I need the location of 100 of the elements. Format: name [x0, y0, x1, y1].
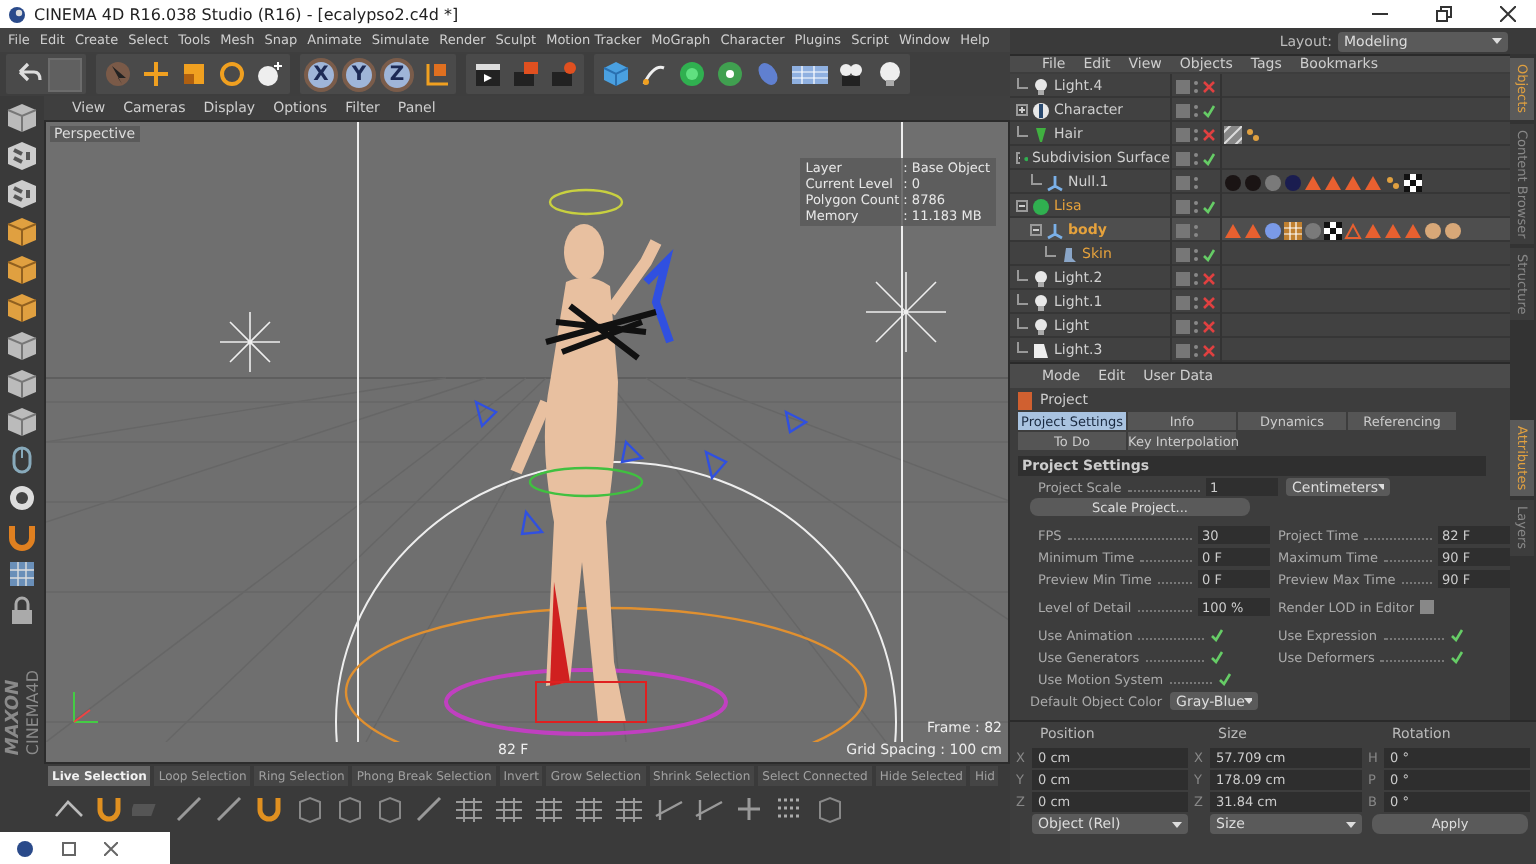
check-icon[interactable]	[1202, 247, 1216, 261]
close-icon[interactable]	[1202, 271, 1216, 285]
light-bulb-icon	[1032, 317, 1050, 335]
mode-button[interactable]	[5, 480, 39, 514]
light-bulb-icon	[1032, 77, 1050, 95]
null-axes-icon	[1046, 221, 1064, 239]
capsule-icon	[753, 60, 781, 88]
mode-button[interactable]	[5, 556, 39, 590]
checker-tag-icon	[1404, 173, 1422, 191]
knife-line-icon	[172, 792, 206, 826]
brush-magnet-icon	[252, 792, 286, 826]
spline-pen-icon	[639, 60, 667, 88]
product-logo-text: CINEMA4D	[23, 670, 41, 756]
window-title: CINEMA 4D R16.038 Studio (R16) - [ecalypso2.c4d *]	[34, 5, 461, 23]
tool-button[interactable]	[138, 57, 172, 91]
tool-button[interactable]	[214, 57, 248, 91]
close-icon[interactable]	[1202, 343, 1216, 357]
bridge-tool-icon	[452, 792, 486, 826]
checkbox[interactable]	[1218, 672, 1232, 686]
layer-square-icon[interactable]	[1176, 199, 1190, 213]
mode-button[interactable]	[5, 252, 39, 286]
layer-square-icon[interactable]	[1176, 127, 1190, 141]
brand-logo-text: MAXON	[3, 678, 23, 756]
character-figure-icon	[1032, 101, 1050, 119]
checkbox[interactable]	[1210, 650, 1224, 664]
dots-tag-icon	[1244, 125, 1262, 143]
layer-square-icon[interactable]	[1176, 247, 1190, 261]
coordinate-system-icon	[421, 60, 449, 88]
cube-icon	[6, 329, 38, 361]
tree-connector-icon	[1016, 125, 1028, 143]
caret-icon	[1492, 38, 1502, 44]
cube-icon	[6, 291, 38, 323]
cube-icon	[6, 253, 38, 285]
light-bulb-icon	[1032, 269, 1050, 287]
cube-icon	[6, 101, 38, 133]
tool-button[interactable]	[252, 57, 286, 91]
layer-square-icon[interactable]	[1176, 343, 1190, 357]
restore-icon	[1436, 6, 1452, 22]
create-object-button[interactable]	[712, 57, 746, 91]
mode-button[interactable]	[5, 404, 39, 438]
checkbox[interactable]	[1420, 600, 1435, 614]
mode-button[interactable]	[5, 214, 39, 248]
close-icon[interactable]	[1202, 319, 1216, 333]
axis-gizmo-icon	[73, 691, 99, 723]
layer-square-icon[interactable]	[1176, 271, 1190, 285]
layer-square-icon[interactable]	[1176, 295, 1190, 309]
mode-button[interactable]	[5, 366, 39, 400]
sphere-icon	[1032, 197, 1050, 215]
check-icon[interactable]	[1202, 103, 1216, 117]
layer-square-icon[interactable]	[1176, 103, 1190, 117]
rotate-icon	[217, 60, 245, 88]
close-icon[interactable]	[1202, 79, 1216, 93]
tree-connector-icon	[1030, 173, 1042, 191]
collapse-icon[interactable]	[1030, 224, 1042, 236]
layer-square-icon[interactable]	[1176, 319, 1190, 333]
cube-icon	[6, 367, 38, 399]
mode-button[interactable]	[5, 138, 39, 172]
close-icon[interactable]	[1202, 295, 1216, 309]
workplane-grid-icon	[6, 557, 38, 589]
close-icon[interactable]	[104, 841, 118, 855]
bridge-tool-icon	[612, 792, 646, 826]
bridge-tool-icon	[492, 792, 526, 826]
layer-square-icon[interactable]	[1176, 79, 1190, 93]
material-ball-icon	[1264, 221, 1282, 239]
checker-cube-icon	[6, 139, 38, 171]
checker-cube-icon	[6, 177, 38, 209]
check-icon[interactable]	[1202, 199, 1216, 213]
mode-button[interactable]	[5, 290, 39, 324]
light-bulb-icon	[875, 60, 903, 88]
checkbox[interactable]	[1210, 628, 1224, 642]
axis-lock-button[interactable]: X	[304, 57, 338, 91]
mode-button[interactable]	[5, 100, 39, 134]
light-bulb-add-icon	[255, 60, 283, 88]
layer-square-icon[interactable]	[1176, 151, 1190, 165]
mode-button[interactable]	[5, 328, 39, 362]
maximize-icon[interactable]	[62, 841, 76, 855]
check-icon[interactable]	[1202, 151, 1216, 165]
layer-square-icon[interactable]	[1176, 175, 1190, 189]
brush-magnet-icon	[92, 792, 126, 826]
collapse-icon[interactable]	[1016, 200, 1028, 212]
caret-icon	[1346, 821, 1356, 827]
flower-icon	[715, 60, 743, 88]
axis-lock-button[interactable]: Y	[342, 57, 376, 91]
axis-lock-button[interactable]: Z	[380, 57, 414, 91]
dots-tag-icon	[1384, 173, 1402, 191]
light-gizmo-icon	[219, 311, 281, 373]
tree-connector-icon	[1016, 77, 1028, 95]
close-icon[interactable]	[1202, 127, 1216, 141]
checkbox[interactable]	[1450, 628, 1464, 642]
null-axes-icon	[1046, 173, 1064, 191]
minimized-window-bar[interactable]	[0, 832, 170, 864]
render-queue-icon	[511, 60, 539, 88]
bridge-tool-icon	[572, 792, 606, 826]
cube-icon	[6, 215, 38, 247]
expand-icon[interactable]	[1016, 104, 1028, 116]
mode-button[interactable]	[5, 176, 39, 210]
hatched-tag-icon	[1224, 125, 1242, 143]
light-gizmo-icon	[865, 271, 947, 353]
checkbox[interactable]	[1450, 650, 1464, 664]
scale-icon	[179, 60, 207, 88]
